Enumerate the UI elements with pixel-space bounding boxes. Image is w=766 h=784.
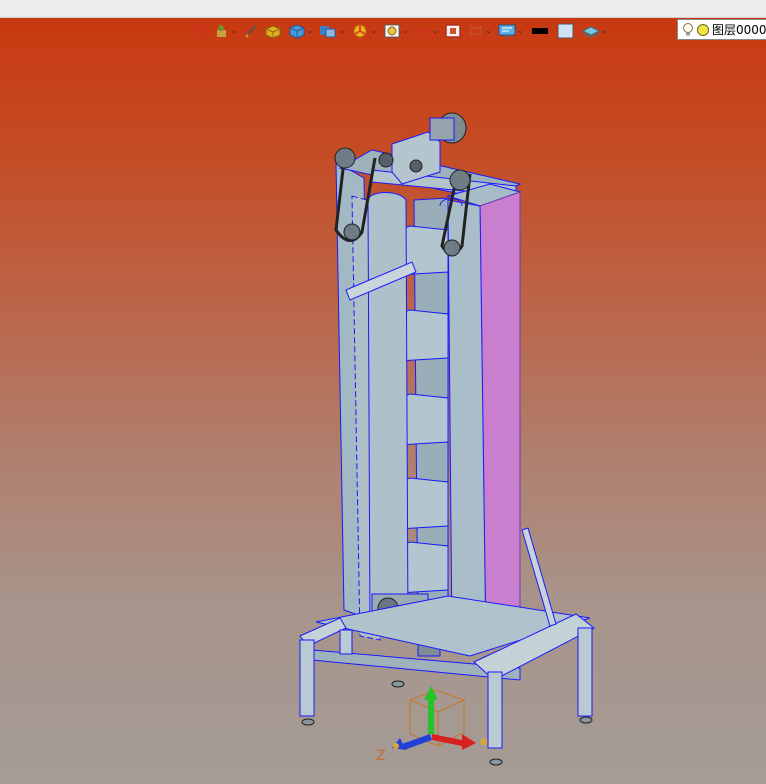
layer-selector[interactable]: 图层0000 (677, 19, 766, 40)
line-color-swatch-icon (531, 27, 548, 34)
chevron-down-icon: ⌄ (516, 26, 524, 35)
z-axis-label: Z (376, 748, 386, 764)
sketch-pen-button[interactable] (242, 20, 260, 42)
chevron-down-icon: ⌄ (600, 26, 608, 35)
zoom-view-icon (384, 24, 400, 37)
dimension-button[interactable]: ⌄ (466, 20, 494, 42)
assembly-icon (320, 25, 336, 37)
origin-icon (416, 24, 429, 37)
layer-stack-button[interactable]: ⌄ (580, 20, 610, 42)
exit-sketch-icon (193, 23, 207, 38)
fill-color-button[interactable] (554, 20, 578, 42)
layer-stack-icon (581, 25, 600, 38)
3d-viewport[interactable]: Z (0, 44, 766, 784)
sketch-pen-icon (244, 24, 256, 38)
dimension-icon (470, 24, 482, 37)
display-monitor-button[interactable]: ⌄ (496, 20, 526, 42)
chevron-down-icon: ⌄ (431, 26, 439, 35)
section-view-button[interactable] (442, 20, 464, 42)
part-button[interactable]: ⌄ (212, 20, 240, 42)
line-color-button[interactable] (528, 20, 552, 42)
layer-color-dot-icon[interactable] (696, 23, 710, 37)
chevron-down-icon: ⌄ (370, 26, 377, 35)
chevron-down-icon: ⌄ (401, 26, 409, 35)
lightbulb-icon[interactable] (682, 22, 694, 38)
exit-sketch-button[interactable] (190, 20, 210, 42)
box-button[interactable] (262, 20, 284, 42)
zoom-view-button[interactable]: ⌄ (381, 20, 411, 42)
cube-button[interactable]: ⌄ (286, 20, 316, 42)
chevron-down-icon: ⌄ (231, 26, 238, 35)
pie-button[interactable]: ⌄ (349, 20, 379, 42)
origin-button[interactable]: ⌄ (413, 20, 441, 42)
fill-color-swatch-icon (557, 23, 574, 38)
cube-icon (289, 23, 305, 39)
coordinate-triad[interactable] (392, 686, 488, 750)
part-icon (217, 24, 226, 37)
layer-name: 图层0000 (712, 23, 766, 37)
chevron-down-icon: ⌄ (338, 26, 346, 35)
chevron-down-icon: ⌄ (306, 26, 314, 35)
window-title-bar (0, 0, 766, 18)
chevron-down-icon: ⌄ (485, 26, 492, 35)
display-monitor-icon (498, 24, 516, 37)
assembly-button[interactable]: ⌄ (317, 20, 347, 42)
conveyor-model[interactable] (299, 112, 595, 766)
section-view-icon (445, 23, 461, 38)
pie-icon (353, 24, 367, 37)
box-icon (265, 24, 281, 39)
